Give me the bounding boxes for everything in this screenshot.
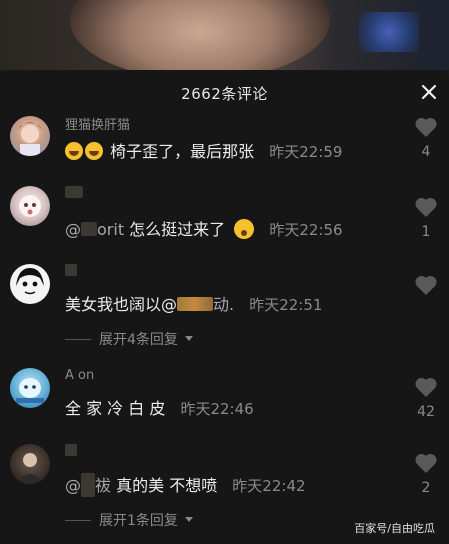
shocked-emoji-icon [234, 219, 255, 239]
comment-time: 昨天22:56 [269, 221, 343, 239]
avatar[interactable] [10, 264, 50, 304]
like-button[interactable] [413, 274, 439, 302]
like-button[interactable]: 42 [413, 376, 439, 420]
video-background [0, 0, 449, 70]
like-button[interactable]: 2 [413, 452, 439, 496]
comment-username[interactable] [65, 186, 83, 201]
comment-text: 美女我也阔以@ [65, 295, 178, 314]
laughing-tears-emoji-icon [85, 142, 103, 160]
chevron-down-icon [185, 336, 194, 341]
expand-replies-button[interactable]: 展开1条回复 [65, 510, 194, 530]
comment-username[interactable]: 狸猫换肝猫 [65, 114, 130, 133]
avatar[interactable] [10, 186, 50, 226]
mention-link[interactable]: @ 祓 [65, 473, 111, 497]
like-button[interactable]: 1 [413, 196, 439, 240]
comment-text-line: 椅子歪了，最后那张 昨天22:59 [65, 138, 389, 162]
heart-icon [415, 197, 437, 217]
video-frame-light [359, 12, 419, 52]
comment-text: 真的美 不想喷 [111, 476, 218, 495]
blurred-mention [177, 297, 214, 311]
comment-time: 昨天22:51 [249, 296, 323, 314]
comments-count-title: 2662条评论 [181, 85, 268, 103]
comment-text-line: 全 家 冷 白 皮 昨天22:46 [65, 395, 389, 419]
comment-item: @ orit 怎么挺过来了 昨天22:56 1 [0, 186, 449, 262]
heart-icon [415, 117, 437, 137]
like-count: 4 [421, 144, 431, 160]
comments-sheet: 2662条评论 狸猫换肝猫 椅子歪了，最后那张 昨天22:59 4 @ orit… [0, 70, 449, 544]
comment-item: 狸猫换肝猫 椅子歪了，最后那张 昨天22:59 4 [0, 112, 449, 182]
expand-replies-label: 展开1条回复 [99, 513, 178, 529]
laughing-tears-emoji-icon [65, 142, 83, 160]
chevron-down-icon [185, 517, 194, 522]
blurred-mention [81, 473, 95, 497]
heart-icon [415, 377, 437, 397]
blurred-username [65, 444, 77, 456]
avatar-image [18, 453, 42, 482]
mention-link[interactable]: @ orit [65, 220, 124, 239]
comment-time: 昨天22:46 [180, 400, 254, 418]
like-count: 42 [417, 404, 435, 420]
avatar-image [19, 195, 41, 217]
comment-text-line: @ orit 怎么挺过来了 昨天22:56 [65, 216, 389, 240]
heart-icon [415, 453, 437, 473]
like-count: 1 [421, 224, 431, 240]
close-icon[interactable] [419, 82, 439, 102]
comment-item: A on 全 家 冷 白 皮 昨天22:46 42 [0, 368, 449, 442]
comment-text-line: 美女我也阔以@ 动. 昨天22:51 [65, 291, 389, 315]
avatar-image [16, 378, 44, 403]
divider-dash [65, 339, 91, 340]
avatar-image [18, 122, 42, 156]
avatar-image [16, 268, 44, 295]
comment-text: 全 家 冷 白 皮 [65, 399, 166, 418]
watermark: 百家号/自由吃瓜 [354, 522, 435, 535]
avatar[interactable] [10, 368, 50, 408]
comment-text-line: @ 祓 真的美 不想喷 昨天22:42 [65, 472, 389, 497]
video-frame-person [70, 0, 330, 70]
avatar[interactable] [10, 116, 50, 156]
comment-text: 怎么挺过来了 [124, 220, 226, 239]
expand-replies-button[interactable]: 展开4条回复 [65, 329, 194, 349]
comment-text: 椅子歪了，最后那张 [110, 142, 255, 161]
mention-tail[interactable]: 动. [213, 295, 234, 314]
blurred-mention [81, 222, 97, 236]
blurred-username [65, 186, 83, 198]
expand-replies-label: 展开4条回复 [99, 332, 178, 348]
heart-icon [415, 275, 437, 295]
comment-time: 昨天22:42 [232, 477, 306, 495]
comment-username[interactable]: A on [65, 368, 94, 383]
comment-username[interactable] [65, 444, 77, 459]
like-count: 2 [421, 480, 431, 496]
divider-dash [65, 520, 91, 521]
comment-username[interactable] [65, 264, 77, 279]
avatar[interactable] [10, 444, 50, 484]
like-button[interactable]: 4 [413, 116, 439, 160]
comment-time: 昨天22:59 [269, 143, 343, 161]
blurred-username [65, 264, 77, 276]
sheet-header: 2662条评论 [0, 70, 449, 116]
comment-item: 美女我也阔以@ 动. 昨天22:51 展开4条回复 [0, 264, 449, 356]
